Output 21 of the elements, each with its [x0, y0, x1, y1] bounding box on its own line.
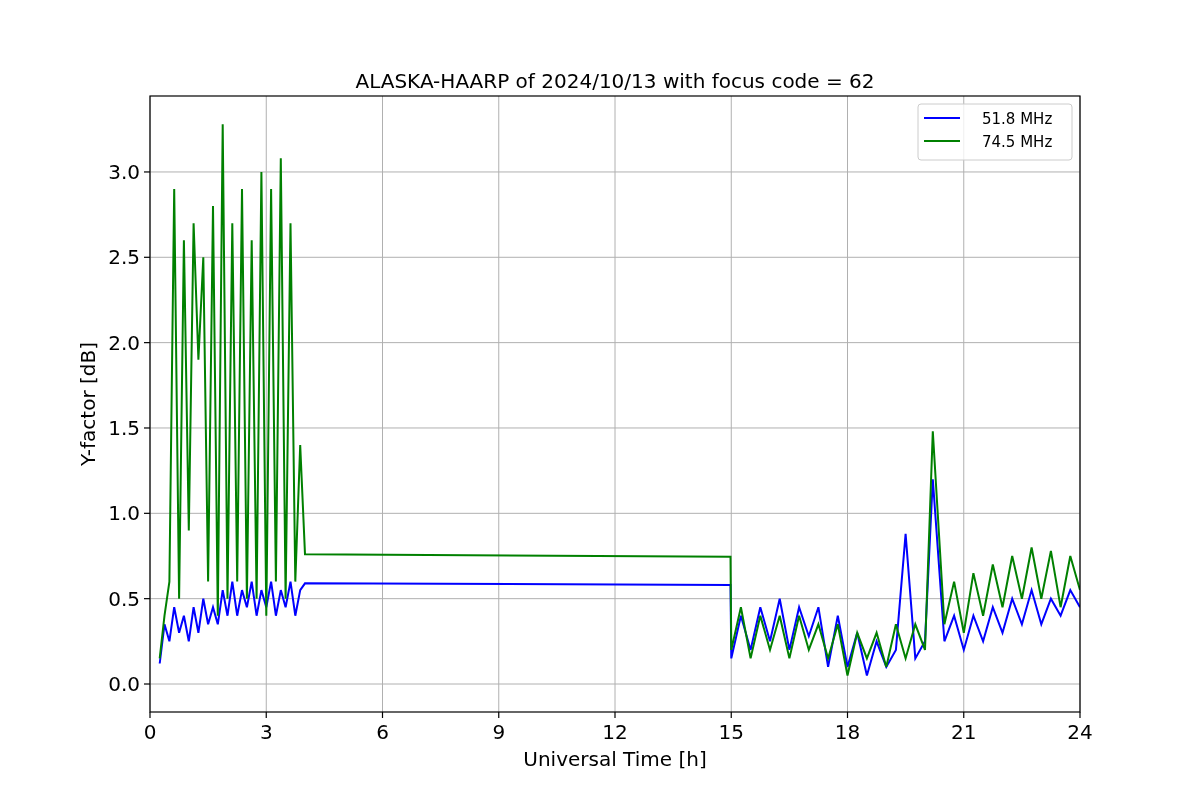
y-axis-label: Y-factor [dB]: [76, 342, 100, 466]
y-tick-label: 2.5: [108, 245, 140, 270]
x-tick-label: 24: [1067, 720, 1093, 744]
x-tick-label: 9: [492, 720, 506, 744]
y-tick-label: 0.0: [108, 672, 140, 696]
y-tick-label: 1.0: [108, 501, 140, 526]
chart-title: ALASKA-HAARP of 2024/10/13 with focus code = 62: [355, 69, 875, 93]
legend-label: 74.5 MHz: [982, 133, 1053, 151]
x-tick-label: 21: [951, 720, 977, 744]
y-tick-label: 3.0: [108, 159, 140, 184]
legend-label: 51.8 MHz: [982, 110, 1053, 128]
y-tick-label: 0.5: [108, 586, 140, 611]
x-tick-label: 15: [718, 720, 744, 744]
y-tick-label: 1.5: [108, 416, 140, 440]
x-tick-label: 18: [834, 720, 861, 744]
y-tick-label: 2.0: [108, 330, 140, 355]
x-tick-label: 0: [143, 720, 157, 744]
x-tick-label: 12: [602, 720, 628, 744]
x-tick-label: 6: [376, 720, 389, 744]
x-axis-label: Universal Time [h]: [523, 747, 707, 771]
x-tick-label: 3: [259, 720, 273, 744]
